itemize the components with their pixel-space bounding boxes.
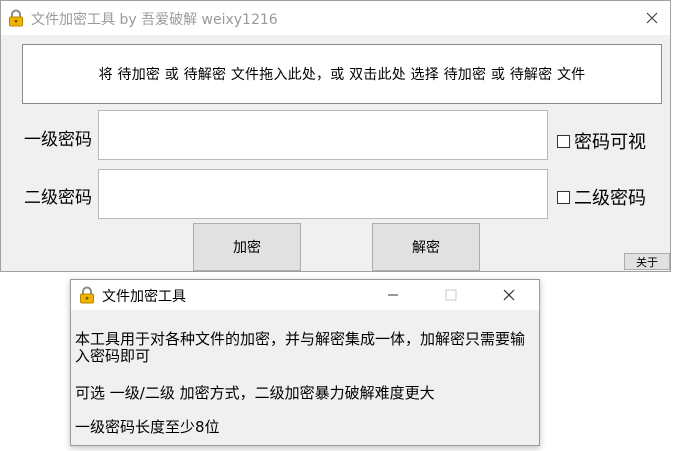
decrypt-button[interactable]: 解密 [372,223,480,271]
level2-password-input[interactable] [98,169,548,219]
dialog-text-line-3: 一级密码长度至少8位 [75,418,220,436]
checkbox-box[interactable] [557,134,570,148]
show-password-checkbox[interactable]: 密码可视 [557,128,646,154]
checkbox-box[interactable] [557,190,570,204]
level2-password-label: 二级密码 [24,188,92,208]
enable-level2-label: 二级密码 [574,188,646,209]
level1-password-label: 一级密码 [24,130,92,150]
file-drop-zone[interactable]: 将 待加密 或 待解密 文件拖入此处，或 双击此处 选择 待加密 或 待解密 文… [22,44,662,104]
dialog-text-line-1: 本工具用于对各种文件的加密，并与解密集成一体，加解密只需要输入密码即可 [75,330,526,365]
enable-level2-checkbox[interactable]: 二级密码 [557,184,646,210]
close-icon[interactable] [498,284,520,306]
level1-password-input[interactable] [98,110,548,160]
about-dialog: 文件加密工具 本工具用于对各种文件的加密，并与解密集成一体，加解密只需要输入密码… [70,279,540,446]
dialog-text-line-2: 可选 一级/二级 加密方式，二级加密暴力破解难度更大 [75,384,435,402]
lock-icon [79,286,95,304]
close-icon[interactable] [641,7,663,29]
minimize-icon[interactable] [382,284,404,306]
title-bar: 文件加密工具 by 吾爱破解 weixy1216 [1,1,670,35]
show-password-label: 密码可视 [574,132,646,153]
maximize-icon [440,284,462,306]
drop-zone-text: 将 待加密 或 待解密 文件拖入此处，或 双击此处 选择 待加密 或 待解密 文… [98,67,586,83]
main-window: 文件加密工具 by 吾爱破解 weixy1216 将 待加密 或 待解密 文件拖… [0,0,671,272]
window-title: 文件加密工具 by 吾爱破解 weixy1216 [31,12,278,28]
about-button[interactable]: 关于 [624,253,670,270]
encrypt-button[interactable]: 加密 [193,223,301,271]
dialog-title-bar: 文件加密工具 [71,280,539,310]
lock-icon [8,9,24,27]
dialog-title: 文件加密工具 [102,289,186,305]
